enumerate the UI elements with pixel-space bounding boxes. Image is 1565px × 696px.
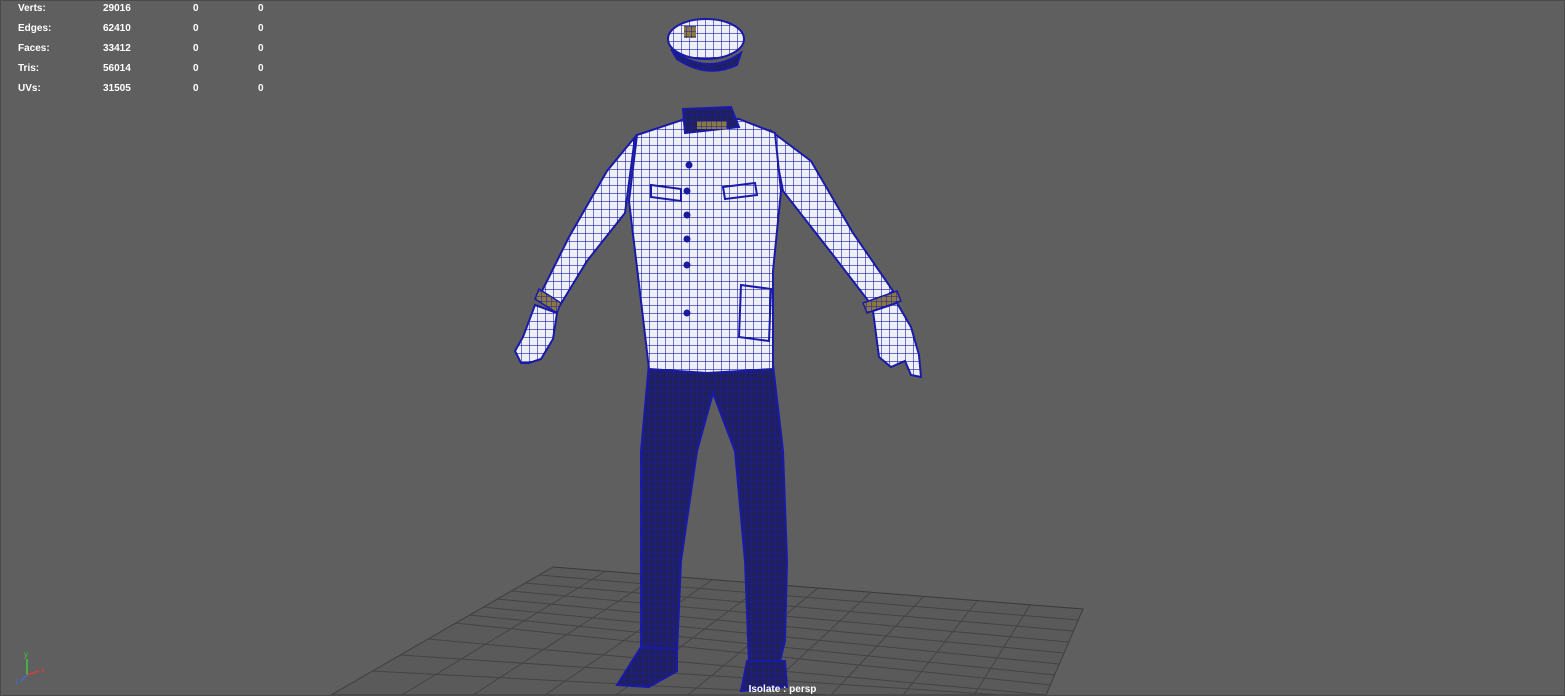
hud-selected: 0: [193, 63, 199, 74]
viewport-caption: Isolate : persp: [748, 684, 817, 695]
axis-gizmo: y x z: [15, 650, 55, 686]
axis-y-label: y: [24, 651, 28, 659]
hud-component: 0: [258, 43, 264, 54]
perspective-viewport[interactable]: Verts: 29016 0 0 Edges: 62410 0 0 Faces:…: [0, 0, 1565, 696]
hud-component: 0: [258, 23, 264, 34]
scene-render[interactable]: [1, 1, 1564, 695]
hud-total: 56014: [103, 63, 131, 74]
hud-total: 31505: [103, 83, 131, 94]
hud-component: 0: [258, 3, 264, 14]
ground-grid: [329, 566, 1084, 695]
hud-selected: 0: [193, 3, 199, 14]
right-hand-mesh[interactable]: [871, 301, 923, 379]
left-hand-mesh[interactable]: [513, 303, 559, 364]
hud-component: 0: [258, 83, 264, 94]
hud-label: Faces:: [18, 43, 50, 54]
cap-mesh[interactable]: [667, 18, 745, 72]
hud-selected: 0: [193, 83, 199, 94]
hud-component: 0: [258, 63, 264, 74]
hud-selected: 0: [193, 23, 199, 34]
hud-total: 33412: [103, 43, 131, 54]
hud-selected: 0: [193, 43, 199, 54]
hud-label: Verts:: [18, 3, 46, 14]
jacket-mesh[interactable]: [534, 105, 902, 375]
hud-total: 62410: [103, 23, 131, 34]
axis-x-label: x: [41, 666, 45, 675]
hud-total: 29016: [103, 3, 131, 14]
hud-label: Tris:: [18, 63, 40, 74]
hud-label: Edges:: [18, 23, 52, 34]
hud-label: UVs:: [18, 83, 41, 94]
